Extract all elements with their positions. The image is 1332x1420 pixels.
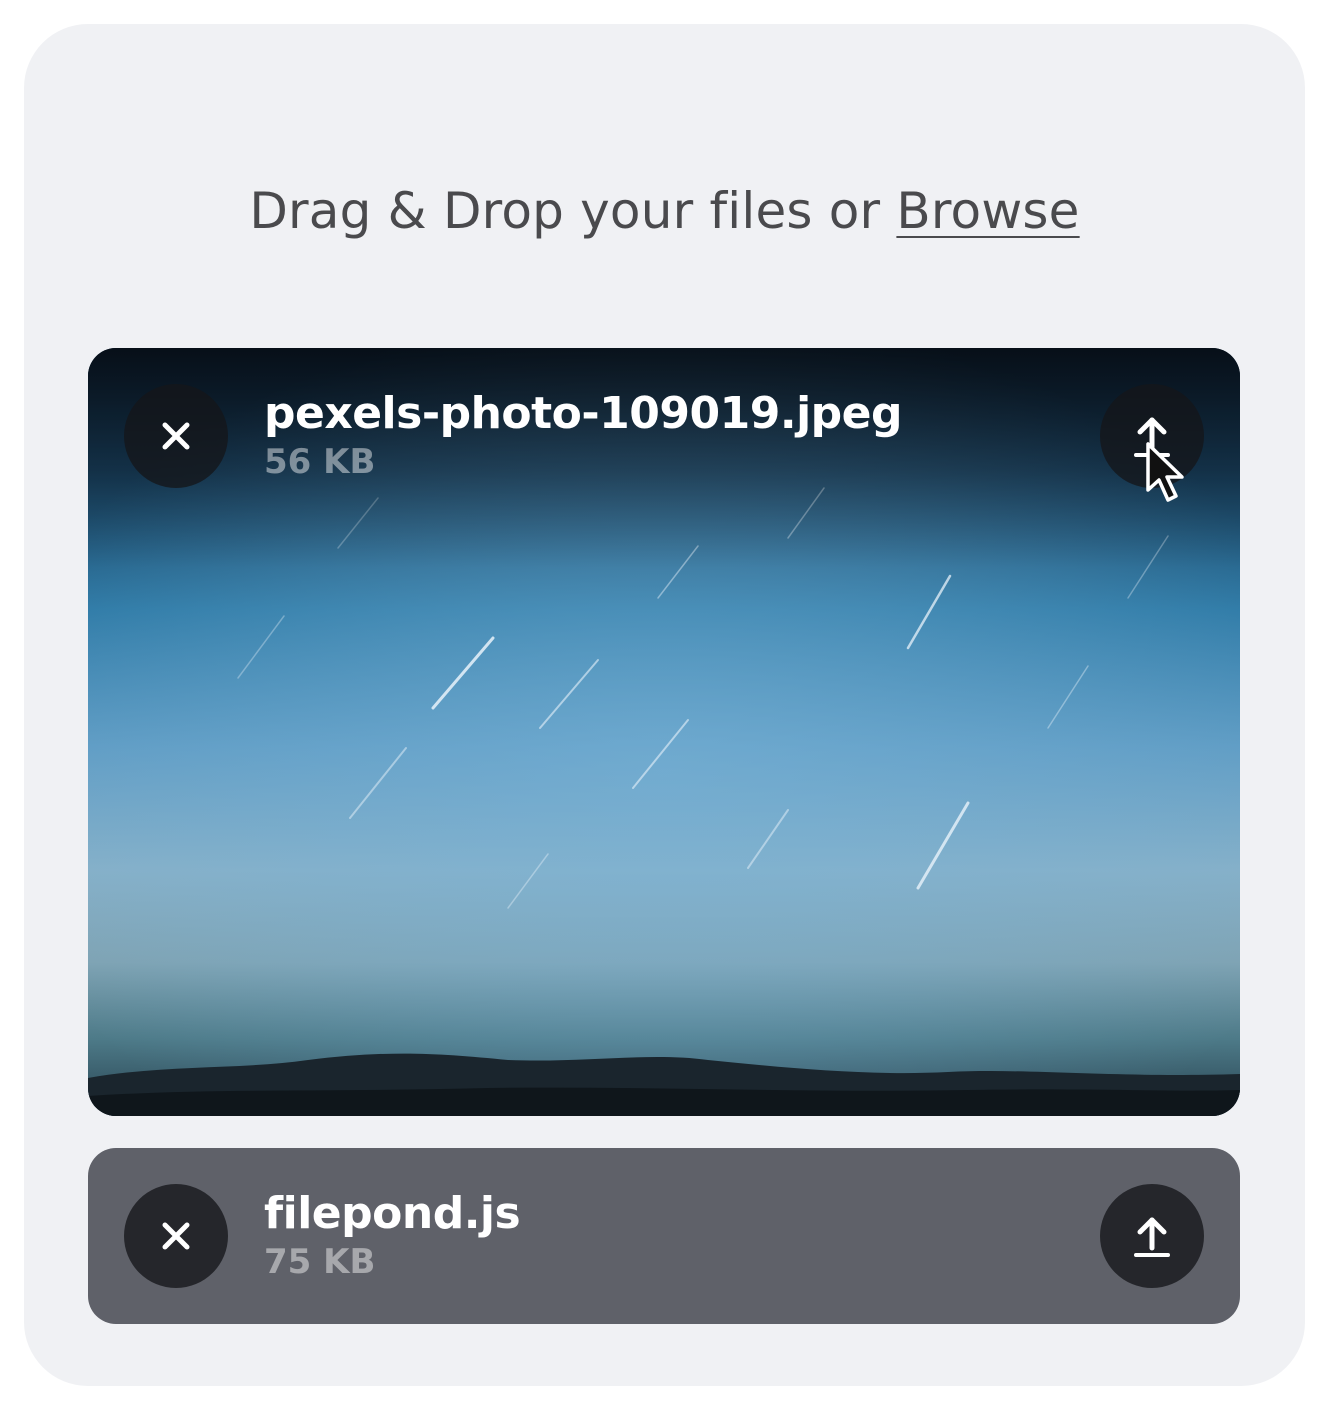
upload-icon bbox=[1134, 417, 1170, 457]
drop-label[interactable]: Drag & Drop your files or Browse bbox=[24, 182, 1305, 240]
upload-icon bbox=[1134, 1217, 1170, 1257]
file-info: pexels-photo-109019.jpeg 56 KB bbox=[264, 388, 903, 484]
drop-label-text: Drag & Drop your files or bbox=[249, 182, 897, 240]
file-name: filepond.js bbox=[264, 1188, 521, 1239]
file-size: 56 KB bbox=[264, 442, 376, 482]
filepond-root[interactable]: Drag & Drop your files or Browse pexels-… bbox=[24, 24, 1305, 1386]
browse-link[interactable]: Browse bbox=[896, 182, 1079, 240]
file-info: filepond.js 75 KB bbox=[264, 1188, 521, 1284]
file-name: pexels-photo-109019.jpeg bbox=[264, 388, 903, 439]
file-size: 75 KB bbox=[264, 1242, 376, 1282]
close-icon bbox=[162, 1222, 190, 1250]
upload-file-button[interactable] bbox=[1100, 1184, 1204, 1288]
file-item-image: pexels-photo-109019.jpeg 56 KB bbox=[88, 348, 1240, 1116]
file-item: filepond.js 75 KB bbox=[88, 1148, 1240, 1324]
upload-file-button[interactable] bbox=[1100, 384, 1204, 488]
remove-file-button[interactable] bbox=[124, 1184, 228, 1288]
close-icon bbox=[162, 422, 190, 450]
remove-file-button[interactable] bbox=[124, 384, 228, 488]
